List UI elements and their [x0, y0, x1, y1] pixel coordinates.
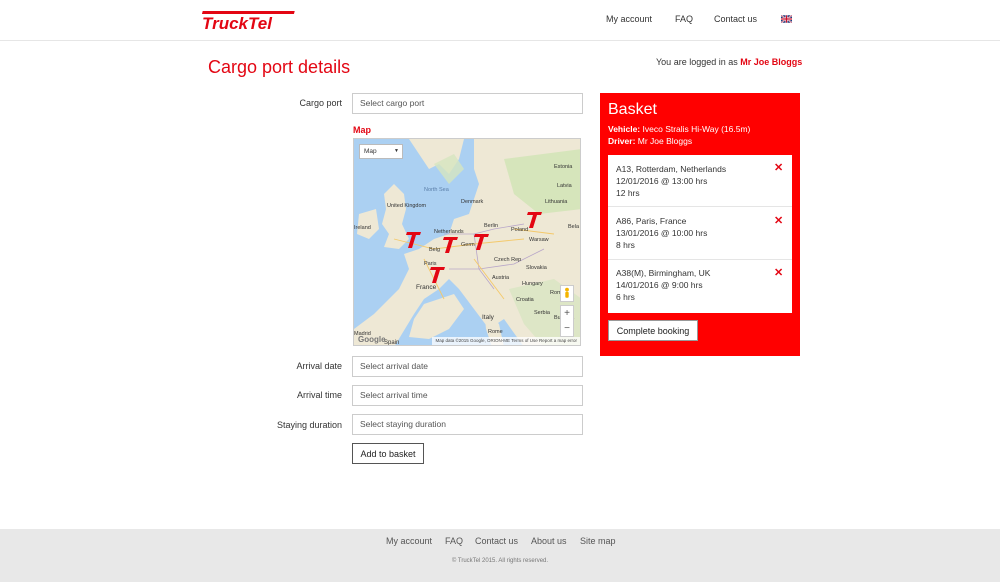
svg-text:Czech Rep: Czech Rep — [494, 257, 521, 263]
svg-text:United Kingdom: United Kingdom — [387, 203, 427, 209]
svg-text:Ireland: Ireland — [354, 225, 371, 231]
svg-text:Lithuania: Lithuania — [545, 199, 568, 205]
vehicle-label: Vehicle: — [608, 124, 641, 134]
basket-vehicle: Vehicle: Iveco Stralis Hi-Way (16.5m) — [608, 124, 750, 134]
login-status: You are logged in as Mr Joe Bloggs — [656, 57, 802, 67]
staying-duration-select[interactable]: Select staying duration — [352, 414, 583, 435]
street-view-pegman-icon[interactable] — [560, 285, 574, 302]
map-attribution[interactable]: Map data ©2015 Google, ORION-ME Terms of… — [432, 337, 580, 345]
footer-link-contact-us[interactable]: Contact us — [475, 536, 518, 546]
close-icon[interactable]: ✕ — [774, 214, 783, 227]
arrival-date-input[interactable]: Select arrival date — [352, 356, 583, 377]
cargo-port-label: Cargo port — [299, 98, 342, 108]
basket-item-duration: 6 hrs — [616, 292, 635, 302]
map-type-label: Map — [364, 148, 377, 155]
vehicle-value: Iveco Stralis Hi-Way (16.5m) — [642, 124, 751, 134]
zoom-control: + − — [560, 305, 574, 337]
map-canvas[interactable]: Estonia Latvia Lithuania Denmark North S… — [354, 139, 581, 346]
zoom-out-button[interactable]: − — [561, 321, 573, 336]
basket-item-duration: 12 hrs — [616, 188, 640, 198]
header: TruckTel My account FAQ Contact us — [0, 0, 1000, 41]
basket-item-place: A86, Paris, France — [616, 216, 687, 226]
svg-text:Denmark: Denmark — [461, 199, 484, 205]
svg-text:Netherlands: Netherlands — [434, 229, 464, 235]
svg-text:France: France — [416, 284, 437, 291]
basket-panel: Basket Vehicle: Iveco Stralis Hi-Way (16… — [600, 93, 800, 356]
login-status-prefix: You are logged in as — [656, 57, 738, 67]
nav-faq[interactable]: FAQ — [675, 14, 693, 24]
basket-item-place: A38(M), Birmingham, UK — [616, 268, 711, 278]
nav-contact-us[interactable]: Contact us — [714, 14, 757, 24]
footer-link-faq[interactable]: FAQ — [445, 536, 463, 546]
svg-text:North Sea: North Sea — [424, 187, 450, 193]
staying-duration-label: Staying duration — [276, 420, 342, 430]
svg-text:Hungary: Hungary — [522, 281, 543, 287]
svg-text:Spain: Spain — [384, 340, 399, 346]
basket-item: A13, Rotterdam, Netherlands 12/01/2016 @… — [608, 155, 792, 207]
svg-text:Germ: Germ — [461, 242, 475, 248]
top-nav: My account FAQ Contact us — [0, 14, 1000, 28]
svg-text:Warsaw: Warsaw — [529, 237, 549, 243]
basket-item-place: A13, Rotterdam, Netherlands — [616, 164, 727, 174]
svg-text:Austria: Austria — [492, 275, 510, 281]
footer-link-site-map[interactable]: Site map — [580, 536, 616, 546]
google-logo: Google — [358, 335, 386, 344]
svg-text:Slovakia: Slovakia — [526, 265, 548, 271]
svg-text:Paris: Paris — [424, 261, 437, 267]
svg-text:Italy: Italy — [482, 314, 495, 321]
add-to-basket-button[interactable]: Add to basket — [352, 443, 424, 464]
basket-item-duration: 8 hrs — [616, 240, 635, 250]
zoom-in-button[interactable]: + — [561, 306, 573, 321]
arrival-time-label: Arrival time — [296, 390, 342, 400]
svg-text:Estonia: Estonia — [554, 164, 573, 170]
svg-text:Latvia: Latvia — [557, 183, 573, 189]
svg-text:Serbia: Serbia — [534, 310, 551, 316]
basket-item-datetime: 14/01/2016 @ 9:00 hrs — [616, 280, 703, 290]
uk-flag-icon[interactable] — [781, 15, 792, 23]
close-icon[interactable]: ✕ — [774, 266, 783, 279]
footer-link-my-account[interactable]: My account — [386, 536, 432, 546]
basket-title: Basket — [608, 101, 657, 118]
driver-label: Driver: — [608, 136, 636, 146]
cargo-port-select[interactable]: Select cargo port — [352, 93, 583, 114]
close-icon[interactable]: ✕ — [774, 161, 783, 174]
page-title: Cargo port details — [208, 57, 351, 77]
basket-item: A38(M), Birmingham, UK 14/01/2016 @ 9:00… — [608, 260, 792, 312]
map-label: Map — [353, 125, 371, 135]
logged-user-name[interactable]: Mr Joe Bloggs — [740, 57, 802, 67]
nav-my-account[interactable]: My account — [606, 14, 652, 24]
svg-text:Belg: Belg — [429, 247, 440, 253]
footer: My account FAQ Contact us About us Site … — [0, 529, 1000, 582]
complete-booking-button[interactable]: Complete booking — [608, 320, 698, 341]
svg-text:Croatia: Croatia — [516, 297, 535, 303]
arrival-date-label: Arrival date — [296, 361, 342, 371]
copyright: © TruckTel 2015. All rights reserved. — [451, 558, 549, 564]
map-type-selector[interactable]: Map ▼ — [359, 144, 403, 159]
driver-value: Mr Joe Bloggs — [637, 136, 693, 146]
chevron-down-icon: ▼ — [394, 148, 399, 154]
svg-text:Berlin: Berlin — [484, 223, 498, 229]
svg-text:Bela: Bela — [568, 224, 580, 230]
svg-text:Poland: Poland — [511, 227, 528, 233]
basket-items: A13, Rotterdam, Netherlands 12/01/2016 @… — [608, 155, 792, 313]
basket-item-datetime: 13/01/2016 @ 10:00 hrs — [616, 228, 708, 238]
footer-link-about-us[interactable]: About us — [531, 536, 567, 546]
svg-text:Rome: Rome — [488, 329, 503, 335]
map[interactable]: Estonia Latvia Lithuania Denmark North S… — [353, 138, 581, 346]
basket-driver: Driver: Mr Joe Bloggs — [608, 136, 692, 146]
basket-item-datetime: 12/01/2016 @ 13:00 hrs — [616, 176, 708, 186]
arrival-time-input[interactable]: Select arrival time — [352, 385, 583, 406]
basket-item: A86, Paris, France 13/01/2016 @ 10:00 hr… — [608, 208, 792, 260]
